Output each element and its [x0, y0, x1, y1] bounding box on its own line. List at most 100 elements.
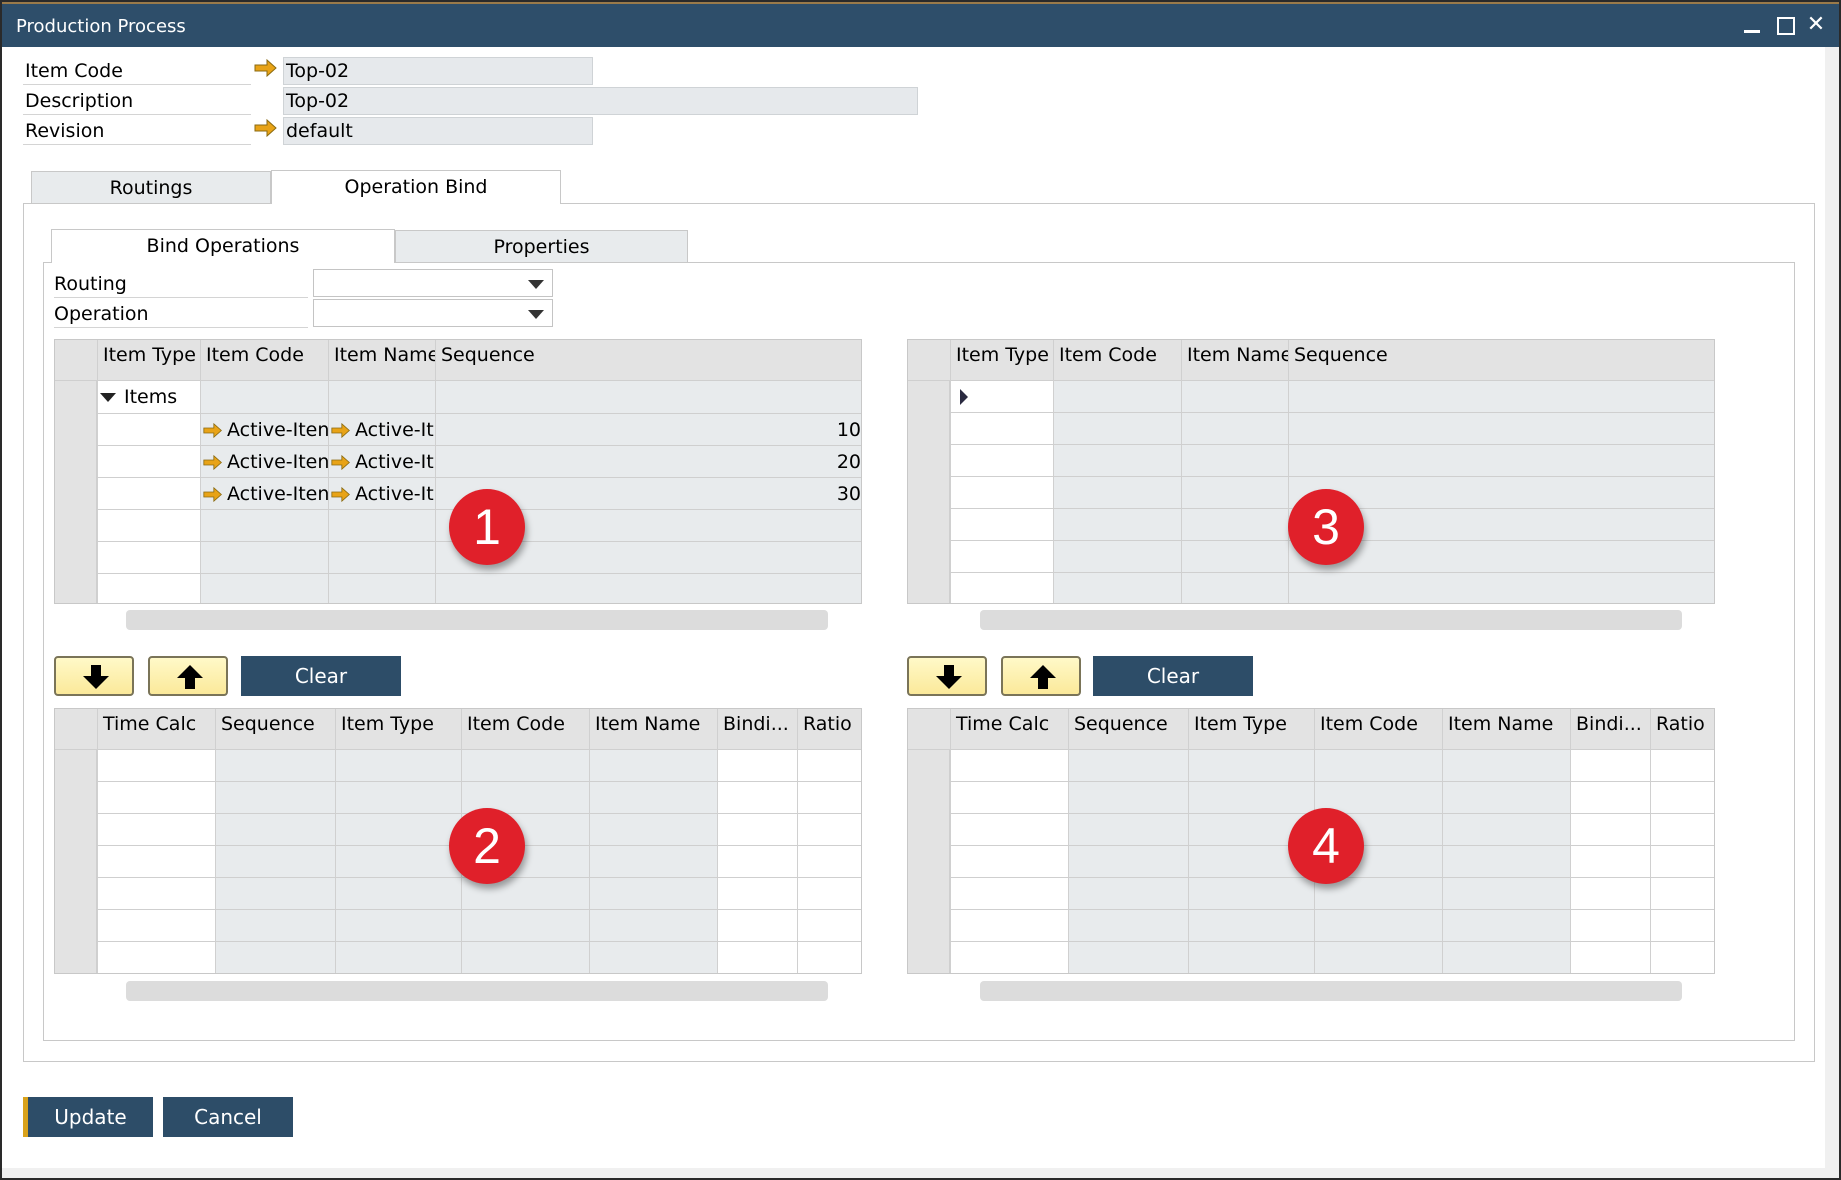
grid-cell[interactable] [1650, 782, 1714, 814]
grid-cell[interactable] [335, 910, 461, 942]
grid-cell[interactable] [1181, 509, 1288, 541]
grid-cell[interactable] [335, 846, 461, 878]
grid-cell[interactable] [717, 846, 797, 878]
grid-cell[interactable]: Active-Iten [200, 414, 328, 446]
grid-cell[interactable] [950, 910, 1068, 942]
grid-cell[interactable] [797, 750, 861, 782]
grid-cell[interactable] [1053, 573, 1181, 603]
link-arrow-icon[interactable] [203, 422, 223, 439]
group-row-items[interactable]: Items [97, 381, 200, 414]
cancel-button[interactable]: Cancel [163, 1097, 293, 1137]
grid-cell[interactable] [1188, 878, 1314, 910]
grid-cell[interactable] [215, 878, 335, 910]
grid-cell[interactable] [1068, 750, 1188, 782]
link-arrow-icon[interactable] [331, 486, 351, 503]
tab-bind-operations[interactable]: Bind Operations [51, 229, 395, 263]
grid-cell[interactable] [1181, 477, 1288, 509]
grid-cell[interactable] [97, 750, 215, 782]
grid-cell[interactable] [1053, 445, 1181, 477]
grid-cell[interactable] [950, 445, 1053, 477]
grid-cell[interactable] [717, 878, 797, 910]
operation-dropdown[interactable] [313, 299, 553, 327]
grid-cell[interactable] [950, 814, 1068, 846]
expand-caret-icon[interactable] [100, 393, 116, 402]
title-bar[interactable]: Production Process ✕ [2, 2, 1839, 47]
grid-cell[interactable] [97, 814, 215, 846]
column-header-sequence[interactable]: Sequence [215, 709, 335, 750]
grid-cell[interactable] [1650, 878, 1714, 910]
grid-cell[interactable] [1181, 445, 1288, 477]
grid-cell[interactable] [215, 814, 335, 846]
row-selector-column[interactable] [55, 750, 97, 973]
bound-items-grid[interactable]: Item Type Item Code Item Name Sequence [907, 339, 1715, 604]
grid-cell[interactable] [589, 814, 717, 846]
grid-cell[interactable]: Active-Iten [200, 478, 328, 510]
grid-cell[interactable]: Active-It [328, 478, 435, 510]
grid-cell[interactable] [717, 942, 797, 973]
grid-cell[interactable] [215, 782, 335, 814]
grid-cell[interactable] [97, 846, 215, 878]
column-header-item-code[interactable]: Item Code [200, 340, 328, 381]
grid-cell[interactable] [950, 477, 1053, 509]
operation-items-grid-scrollbar[interactable] [126, 981, 828, 1001]
close-icon[interactable]: ✕ [1805, 14, 1827, 36]
grid-cell[interactable] [1288, 381, 1714, 413]
grid-cell[interactable] [328, 542, 435, 574]
grid-cell[interactable] [1314, 750, 1442, 782]
clear-button[interactable]: Clear [1093, 656, 1253, 696]
clear-button[interactable]: Clear [241, 656, 401, 696]
grid-cell[interactable] [1442, 782, 1570, 814]
grid-cell[interactable] [1288, 445, 1714, 477]
grid-cell[interactable] [589, 910, 717, 942]
grid-cell[interactable] [950, 750, 1068, 782]
grid-cell[interactable] [97, 782, 215, 814]
update-button[interactable]: Update [23, 1097, 153, 1137]
grid-cell[interactable] [335, 878, 461, 910]
link-arrow-icon[interactable] [254, 119, 278, 137]
column-header-item-code[interactable]: Item Code [1053, 340, 1181, 381]
grid-cell[interactable] [797, 846, 861, 878]
grid-cell[interactable] [335, 942, 461, 973]
grid-cell[interactable] [97, 574, 200, 603]
chevron-down-icon[interactable] [528, 310, 544, 319]
grid-cell[interactable] [1570, 878, 1650, 910]
grid-cell[interactable] [200, 510, 328, 542]
grid-cell[interactable] [1650, 942, 1714, 973]
grid-cell[interactable] [1188, 942, 1314, 973]
grid-cell[interactable] [950, 846, 1068, 878]
grid-cell[interactable] [328, 510, 435, 542]
grid-cell[interactable] [97, 942, 215, 973]
grid-cell[interactable] [717, 750, 797, 782]
grid-cell[interactable] [1188, 782, 1314, 814]
tab-routings[interactable]: Routings [31, 171, 271, 204]
grid-cell[interactable] [1650, 750, 1714, 782]
grid-cell[interactable] [589, 846, 717, 878]
grid-cell[interactable] [215, 750, 335, 782]
grid-cell[interactable] [1181, 573, 1288, 603]
grid-cell[interactable] [97, 510, 200, 542]
grid-cell[interactable] [589, 750, 717, 782]
grid-cell[interactable] [1570, 750, 1650, 782]
column-header-item-name[interactable]: Item Name [1181, 340, 1288, 381]
grid-cell[interactable] [1650, 846, 1714, 878]
maximize-icon[interactable] [1775, 14, 1797, 36]
grid-cell[interactable] [97, 542, 200, 574]
grid-cell[interactable] [1442, 750, 1570, 782]
grid-cell[interactable] [717, 814, 797, 846]
grid-cell[interactable] [1188, 910, 1314, 942]
grid-cell[interactable] [1570, 782, 1650, 814]
link-arrow-icon[interactable] [203, 454, 223, 471]
grid-cell[interactable] [335, 782, 461, 814]
grid-cell[interactable] [1053, 477, 1181, 509]
grid-cell[interactable] [1068, 878, 1188, 910]
description-field[interactable]: Top-02 [283, 87, 918, 115]
grid-cell[interactable] [461, 942, 589, 973]
grid-cell[interactable]: Active-It [328, 446, 435, 478]
column-header-binding[interactable]: Bindi... [1570, 709, 1650, 750]
grid-cell[interactable] [97, 910, 215, 942]
grid-cell[interactable] [717, 910, 797, 942]
grid-cell[interactable] [1442, 846, 1570, 878]
column-header-ratio[interactable]: Ratio [797, 709, 861, 750]
grid-cell[interactable] [215, 846, 335, 878]
link-arrow-icon[interactable] [203, 486, 223, 503]
